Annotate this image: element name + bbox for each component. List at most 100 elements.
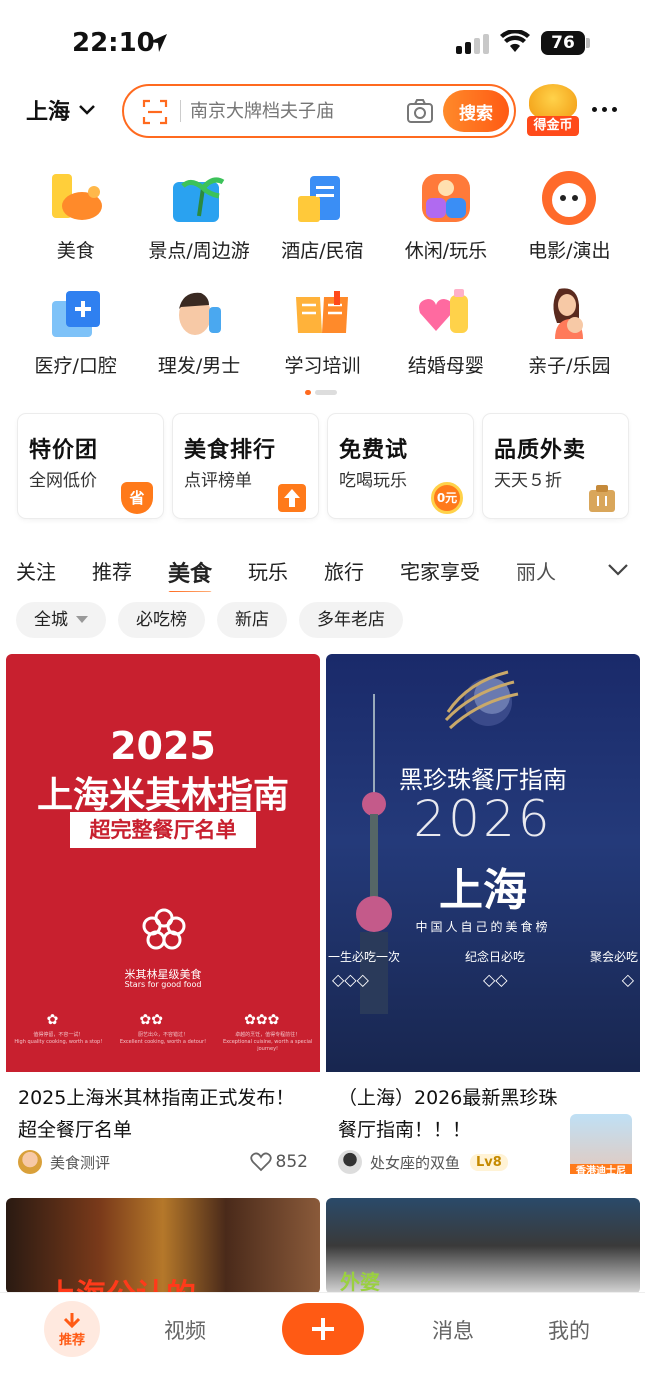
level-label: 聚会必吃 — [589, 950, 638, 964]
category-family[interactable]: 亲子/乐园 — [508, 283, 631, 378]
category-label: 理发/男士 — [157, 355, 241, 377]
search-bar[interactable]: 搜索 — [122, 84, 516, 138]
gold-coin-button[interactable]: 得金币 — [527, 84, 579, 138]
feed-card[interactable]: 外婆 — [326, 1198, 640, 1294]
battery-icon: 76 — [541, 31, 585, 55]
level-label: 纪念日必吃 — [464, 950, 525, 964]
author-name[interactable]: 处女座的双鱼 — [370, 1152, 460, 1173]
tab-beauty[interactable]: 丽人 — [516, 556, 556, 592]
down-arrow-icon — [63, 1312, 81, 1328]
category-food[interactable]: 美食 — [14, 168, 137, 263]
more-options-icon[interactable] — [592, 107, 617, 112]
save-badge-label: 省 — [129, 489, 145, 507]
chip-new-stores[interactable]: 新店 — [217, 602, 287, 638]
category-label: 美食 — [56, 240, 95, 262]
category-wedding-baby[interactable]: 结婚母婴 — [384, 283, 507, 378]
cover-partial-text: 外婆 — [340, 1270, 380, 1294]
feed-card[interactable]: 2025 上海米其林指南 超完整餐厅名单 米其林星级美食 Stars for g… — [6, 654, 320, 1174]
tab-fun[interactable]: 玩乐 — [248, 556, 288, 592]
promo-card-takeout[interactable]: 品质外卖 天天５折 — [483, 414, 628, 518]
diamond-icon: ◇◇ — [483, 970, 508, 989]
hotel-icon — [298, 176, 341, 222]
leisure-icon — [421, 174, 470, 222]
category-hotel[interactable]: 酒店/民宿 — [261, 168, 384, 263]
like-button[interactable]: 852 — [249, 1152, 308, 1172]
promo-card-deals[interactable]: 特价团 全网低价 省 — [18, 414, 163, 518]
like-count: 852 — [275, 1152, 308, 1172]
cover-headline: 上海米其林指南 — [36, 775, 289, 816]
study-icon — [296, 291, 349, 333]
nav-video[interactable]: 视频 — [164, 1315, 206, 1345]
tab-food[interactable]: 美食 — [168, 556, 213, 592]
battery-cap — [586, 38, 590, 48]
card-body: 2025上海米其林指南正式发布！超全餐厅名单 美食测评 852 — [6, 1072, 320, 1174]
coin-label: 得金币 — [527, 116, 579, 136]
category-scenic[interactable]: 景点/周边游 — [137, 168, 260, 263]
food-collage-image: 上海公认的 — [6, 1198, 320, 1294]
camera-icon[interactable] — [406, 98, 434, 124]
scan-icon[interactable] — [142, 99, 168, 125]
author-avatar[interactable] — [18, 1150, 42, 1174]
chip-whole-city[interactable]: 全城 — [16, 602, 106, 638]
publish-plus-button[interactable] — [282, 1303, 364, 1355]
black-pearl-cover-image: 黑珍珠餐厅指南 2026 上海 中国人自己的美食榜 一生必吃一次 纪念日必吃 聚… — [326, 654, 640, 1072]
chip-must-eat[interactable]: 必吃榜 — [118, 602, 205, 638]
promo-card-free-trial[interactable]: 免费试 吃喝玩乐 0元 — [328, 414, 473, 518]
tier-caption-en: Exceptional cuisine, worth a special jou… — [222, 1039, 313, 1052]
city-selector[interactable]: 上海 — [26, 94, 96, 126]
related-thumbnail[interactable]: 香港迪士尼 — [570, 1114, 632, 1174]
bottom-navigation: 推荐 视频 消息 我的 — [0, 1292, 645, 1398]
category-label: 学习培训 — [284, 355, 361, 377]
ranking-arrow-icon — [278, 484, 306, 512]
cover-year: 2026 — [413, 790, 553, 848]
category-medical[interactable]: 医疗/口腔 — [14, 283, 137, 378]
cover-tagline: 中国人自己的美食榜 — [415, 920, 551, 934]
page-indicator — [305, 390, 337, 395]
chevron-down-icon — [79, 105, 95, 115]
one-star-icon: ✿ — [46, 1012, 59, 1028]
black-pearl-logo — [444, 670, 519, 730]
search-input[interactable] — [190, 97, 400, 125]
caret-down-icon — [76, 616, 88, 623]
barber-icon — [179, 292, 222, 335]
three-star-icon: ✿✿✿ — [244, 1012, 280, 1028]
category-barber[interactable]: 理发/男士 — [137, 283, 260, 378]
food-icon — [51, 174, 102, 220]
level-badge: Lv8 — [470, 1153, 508, 1171]
takeout-bag-icon — [589, 485, 615, 512]
author-avatar[interactable] — [338, 1150, 362, 1174]
category-label: 亲子/乐园 — [528, 355, 611, 377]
gold-coin-icon — [529, 84, 577, 120]
tab-recommend[interactable]: 推荐 — [92, 556, 132, 592]
nav-label: 推荐 — [58, 1332, 85, 1348]
tab-travel[interactable]: 旅行 — [324, 556, 364, 592]
category-label: 酒店/民宿 — [281, 240, 364, 262]
tier-caption: 值得停留，不容一试！ — [33, 1032, 84, 1038]
feed-card[interactable]: 黑珍珠餐厅指南 2026 上海 中国人自己的美食榜 一生必吃一次 纪念日必吃 聚… — [326, 654, 640, 1174]
tier-caption-en: High quality cooking, worth a stop! — [14, 1039, 103, 1045]
author-name[interactable]: 美食测评 — [50, 1152, 110, 1173]
tab-home-enjoy[interactable]: 宅家享受 — [400, 556, 480, 592]
tabs-expand-chevron-icon[interactable] — [606, 562, 630, 578]
tier-caption-en: Excellent cooking, worth a detour! — [119, 1039, 207, 1045]
promo-title: 免费试 — [339, 438, 409, 463]
movie-icon — [542, 171, 597, 225]
category-study[interactable]: 学习培训 — [261, 283, 384, 378]
promo-card-ranking[interactable]: 美食排行 点评榜单 — [173, 414, 318, 518]
cover-year: 2025 — [110, 724, 216, 768]
nav-messages[interactable]: 消息 — [432, 1315, 474, 1345]
category-leisure[interactable]: 休闲/玩乐 — [384, 168, 507, 263]
nav-mine[interactable]: 我的 — [548, 1315, 590, 1345]
feed-card[interactable]: 上海公认的 — [6, 1198, 320, 1294]
nav-recommend[interactable]: 推荐 — [44, 1301, 100, 1357]
tab-follow[interactable]: 关注 — [16, 556, 56, 592]
michelin-star-logo — [142, 908, 186, 950]
search-button[interactable]: 搜索 — [443, 90, 509, 132]
chip-label: 全城 — [34, 610, 68, 630]
tier-caption: 卓越的烹饪，值得专程前往！ — [235, 1032, 301, 1038]
filter-chips: 全城 必吃榜 新店 多年老店 — [16, 602, 403, 638]
chip-old-stores[interactable]: 多年老店 — [299, 602, 403, 638]
michelin-logo-en: Stars for good food — [124, 980, 202, 989]
promo-title: 特价团 — [29, 438, 99, 463]
category-movie[interactable]: 电影/演出 — [508, 168, 631, 263]
